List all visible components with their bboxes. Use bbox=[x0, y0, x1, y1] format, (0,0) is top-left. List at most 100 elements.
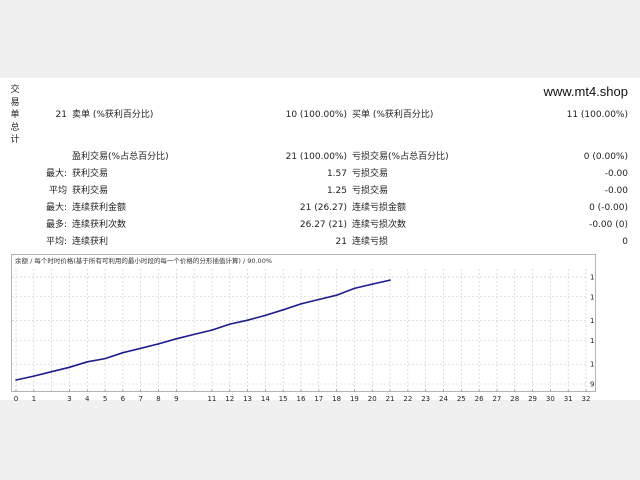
balance-point bbox=[264, 314, 267, 317]
balance-point bbox=[371, 283, 374, 285]
balance-point bbox=[175, 337, 178, 340]
x-tick-label: 27 bbox=[492, 395, 501, 403]
x-tick-label: 31 bbox=[564, 395, 573, 403]
largest-loss-label: 亏损交易 bbox=[352, 169, 389, 179]
loss-trades-value: 0 (0.00%) bbox=[583, 152, 628, 162]
x-tick-label: 29 bbox=[528, 395, 537, 403]
x-tick-label: 17 bbox=[314, 395, 323, 403]
maximal-consec-loss-value: -0.00 (0) bbox=[589, 220, 628, 230]
y-tick-label: 10026 bbox=[590, 273, 595, 281]
buy-trades-value: 11 (100.00%) bbox=[566, 110, 628, 120]
maximal-consec-profit-value: 26.27 (21) bbox=[299, 220, 347, 230]
balance-chart: 余额 / 每个时时价格(基于所有可利用的最小时段的每一个价格的分形插值计算) /… bbox=[11, 254, 596, 392]
avg-loss-value: -0.00 bbox=[604, 186, 628, 196]
profit-trades-label: 盈利交易(%占总百分比) bbox=[72, 152, 169, 162]
x-tick-label: 4 bbox=[85, 395, 90, 403]
max-label: 最大: bbox=[45, 203, 67, 213]
balance-point bbox=[318, 298, 320, 301]
summary-section-title: 交 易 单 总 计 bbox=[10, 85, 20, 145]
x-tick-label: 13 bbox=[243, 395, 252, 403]
average-consec-label: 平均: bbox=[45, 237, 67, 247]
x-tick-label: 15 bbox=[279, 395, 288, 403]
avg-consec-wins-value: 21 bbox=[335, 237, 347, 247]
avg-consec-losses-value: 0 bbox=[622, 237, 628, 247]
x-tick-label: 6 bbox=[121, 395, 126, 403]
sell-trades-value: 10 (100.00%) bbox=[285, 110, 347, 120]
sell-trades-label: 卖单 (%获利百分比) bbox=[72, 110, 154, 120]
average-label: 平均 bbox=[48, 186, 67, 196]
balance-point bbox=[193, 333, 195, 336]
avg-consec-losses-label: 连续亏损 bbox=[352, 237, 389, 247]
x-tick-label: 12 bbox=[225, 395, 234, 403]
x-tick-label: 23 bbox=[421, 395, 430, 403]
x-tick-label: 14 bbox=[261, 395, 270, 403]
profit-trades-value: 21 (100.00%) bbox=[285, 152, 347, 162]
avg-profit-label: 获利交易 bbox=[72, 186, 109, 196]
max-consec-losses-label: 连续亏损金额 bbox=[352, 203, 407, 213]
x-tick-label: 24 bbox=[439, 395, 448, 403]
largest-loss-value: -0.00 bbox=[604, 169, 628, 179]
x-tick-label: 0 bbox=[14, 395, 18, 403]
x-tick-label: 21 bbox=[386, 395, 395, 403]
max-consec-losses-value: 0 (-0.00) bbox=[589, 203, 628, 213]
balance-point bbox=[122, 351, 124, 354]
balance-point bbox=[139, 347, 142, 350]
x-tick-label: 7 bbox=[138, 395, 142, 403]
avg-consec-wins-label: 连续获利 bbox=[72, 237, 109, 247]
x-tick-label: 16 bbox=[297, 395, 306, 403]
x-tick-label: 5 bbox=[103, 395, 107, 403]
x-axis: 0 1 3 4 5 6 7 8 9 11 12 13 14 15 16 17 18 19 20 21 22 23 24 25 2… bbox=[14, 389, 591, 403]
x-tick-label: 30 bbox=[546, 395, 555, 403]
largest-profit-value: 1.57 bbox=[326, 169, 347, 179]
balance-point bbox=[15, 379, 17, 381]
balance-point bbox=[50, 370, 53, 373]
balance-point bbox=[157, 343, 160, 345]
y-tick-label: 10004 bbox=[590, 361, 595, 369]
buy-trades-label: 买单 (%获利百分比) bbox=[352, 110, 434, 120]
total-trades-value: 21 bbox=[55, 110, 67, 120]
largest-profit-label: 获利交易 bbox=[72, 169, 109, 179]
y-tick-label: 10021 bbox=[590, 293, 595, 301]
balance-chart-svg: 余额 / 每个时时价格(基于所有可利用的最小时段的每一个价格的分形插值计算) /… bbox=[12, 256, 595, 391]
x-tick-label: 11 bbox=[207, 395, 216, 403]
balance-point bbox=[104, 357, 106, 360]
maximal-consec-profit-label: 连续获利次数 bbox=[72, 220, 127, 230]
y-tick-label: 10015 bbox=[590, 317, 595, 325]
x-tick-label: 19 bbox=[350, 395, 359, 403]
avg-loss-label: 亏损交易 bbox=[352, 186, 389, 196]
maximal-label: 最多: bbox=[45, 220, 67, 230]
balance-point bbox=[335, 294, 338, 296]
balance-point bbox=[389, 279, 391, 281]
x-tick-label: 3 bbox=[67, 395, 71, 403]
x-tick-label: 20 bbox=[368, 395, 377, 403]
balance-point bbox=[228, 323, 231, 325]
balance-point bbox=[33, 375, 35, 377]
avg-profit-value: 1.25 bbox=[326, 186, 347, 196]
max-consec-wins-value: 21 (26.27) bbox=[299, 203, 347, 213]
x-tick-label: 25 bbox=[457, 395, 466, 403]
largest-label: 最大: bbox=[45, 169, 67, 179]
x-tick-label: 9 bbox=[174, 395, 178, 403]
balance-point bbox=[246, 319, 249, 321]
max-consec-wins-label: 连续获利金额 bbox=[72, 203, 127, 213]
x-tick-label: 1 bbox=[32, 395, 36, 403]
x-tick-label: 32 bbox=[582, 395, 591, 403]
balance-point bbox=[68, 366, 71, 369]
x-tick-label: 18 bbox=[332, 395, 341, 403]
y-tick-label: 10010 bbox=[590, 337, 595, 345]
loss-trades-label: 亏损交易(%占总百分比) bbox=[352, 152, 449, 162]
balance-point bbox=[282, 309, 284, 311]
balance-line bbox=[15, 279, 391, 381]
y-tick-label: 9999 bbox=[590, 381, 595, 389]
site-watermark: www.mt4.shop bbox=[543, 84, 628, 99]
balance-point bbox=[211, 329, 213, 331]
x-tick-label: 22 bbox=[403, 395, 412, 403]
maximal-consec-loss-label: 连续亏损次数 bbox=[352, 220, 407, 230]
x-tick-label: 26 bbox=[475, 395, 484, 403]
balance-point bbox=[353, 287, 356, 290]
balance-point bbox=[86, 360, 89, 363]
balance-point bbox=[300, 303, 302, 305]
x-tick-label: 28 bbox=[510, 395, 519, 403]
x-tick-label: 8 bbox=[156, 395, 160, 403]
report-panel: 交 易 单 总 计 www.mt4.shop 21 卖单 (%获利百分比) 10… bbox=[0, 78, 640, 403]
